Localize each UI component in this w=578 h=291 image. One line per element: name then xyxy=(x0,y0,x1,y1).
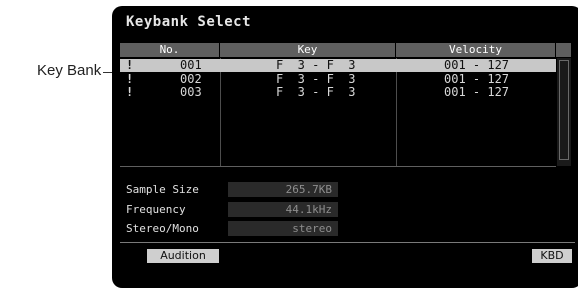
table-row[interactable]: ! 003 F 3 - F 3 001 - 127 xyxy=(120,86,556,99)
sample-size-value: 265.7KB xyxy=(228,182,338,197)
header-scroll-cap xyxy=(556,43,572,57)
frequency-label: Frequency xyxy=(126,203,186,216)
column-header-key: Key xyxy=(220,43,396,57)
sample-size-label: Sample Size xyxy=(126,183,199,196)
keybank-list: ! 001 F 3 - F 3 001 - 127 ! 002 F 3 - F … xyxy=(120,58,556,167)
frequency-row: Frequency xyxy=(126,202,186,217)
callout-label: Key Bank xyxy=(37,62,102,79)
stereo-mono-value: stereo xyxy=(228,221,338,236)
row-velocity-range: 001 - 127 xyxy=(444,85,510,99)
frequency-value: 44.1kHz xyxy=(228,202,338,217)
column-header-velocity: Velocity xyxy=(396,43,556,57)
row-key-range: F 3 - F 3 xyxy=(276,85,356,99)
kbd-button[interactable]: KBD xyxy=(532,249,572,263)
scrollbar-thumb[interactable] xyxy=(559,60,569,160)
row-number: 003 xyxy=(180,85,202,99)
column-header-no: No. xyxy=(120,43,220,57)
keybank-select-window: Keybank Select No. Key Velocity ! 001 F … xyxy=(112,6,578,288)
list-scrollbar[interactable] xyxy=(557,58,571,166)
window-title: Keybank Select xyxy=(126,14,252,30)
table-row[interactable]: ! 001 F 3 - F 3 001 - 127 xyxy=(120,59,556,72)
divider xyxy=(120,242,575,243)
row-velocity-range: 001 - 127 xyxy=(444,58,510,72)
row-warning-mark: ! xyxy=(126,85,134,99)
sample-size-row: Sample Size xyxy=(126,182,199,197)
row-number: 001 xyxy=(180,58,202,72)
stereo-mono-label: Stereo/Mono xyxy=(126,222,199,235)
row-warning-mark: ! xyxy=(126,58,134,72)
row-key-range: F 3 - F 3 xyxy=(276,58,356,72)
table-header: No. Key Velocity xyxy=(120,43,572,57)
stereo-mono-row: Stereo/Mono xyxy=(126,221,199,236)
audition-button[interactable]: Audition xyxy=(147,249,219,263)
